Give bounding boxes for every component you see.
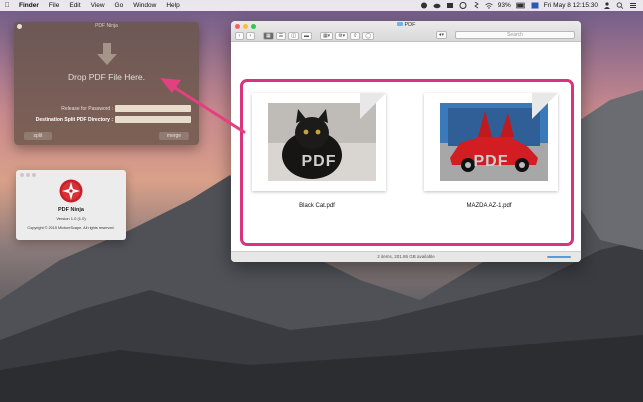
scrollbar[interactable] (547, 256, 571, 258)
status-bar: 2 items, 201.86 GB available (231, 251, 581, 262)
finder-content: PDF Black Cat.pdf PDF MAZDA AZ-1.pdf (231, 43, 581, 251)
window-title: PDF Ninja (95, 23, 118, 29)
forward-button[interactable]: › (246, 31, 255, 40)
column-view-button[interactable]: ◫ (288, 31, 299, 40)
close-button[interactable] (20, 173, 24, 177)
destination-field[interactable] (115, 116, 191, 123)
tags-button[interactable]: ◯ (362, 31, 374, 40)
password-row: Release for Password : (14, 105, 199, 113)
arrange-button[interactable]: ▦▾ (319, 31, 334, 40)
password-field[interactable] (115, 105, 191, 112)
cloud-icon[interactable] (433, 2, 441, 9)
minimize-button[interactable] (26, 173, 30, 177)
folder-icon (396, 22, 403, 26)
destination-label: Destination Split PDF Directory : (35, 117, 113, 123)
menu-help[interactable]: Help (161, 2, 184, 9)
window-title: PDF (231, 22, 581, 28)
about-window: PDF Ninja Version 1.0 (1.0) Copyright © … (16, 170, 126, 240)
finder-toolbar: ‹ › ▦ ☰ ◫ ▬ ▦▾ ⚙▾ ⇧ ◯ (235, 31, 374, 40)
spotlight-icon[interactable] (616, 2, 624, 9)
pdf-watermark: PDF (473, 153, 509, 170)
split-button[interactable]: split (24, 132, 52, 140)
user-icon[interactable] (603, 2, 611, 9)
dropbox-icon[interactable] (446, 2, 454, 9)
page-curl (360, 93, 386, 119)
menu-clock[interactable]: Fri May 8 12:15:30 (544, 2, 598, 9)
app-version: Version 1.0 (1.0) (56, 216, 86, 221)
file-item[interactable]: PDF MAZDA AZ-1.pdf (414, 93, 564, 233)
window-controls (20, 173, 36, 177)
search-field[interactable]: Search (455, 31, 575, 39)
time-machine-icon[interactable] (459, 2, 467, 9)
merge-button[interactable]: merge (159, 132, 189, 140)
app-name: PDF Ninja (58, 207, 84, 213)
menu-file[interactable]: File (44, 2, 64, 9)
menu-app-finder[interactable]: Finder (14, 2, 44, 9)
wifi-icon[interactable] (485, 2, 493, 9)
dropbox-button[interactable]: ♦▾ (436, 31, 448, 39)
file-item[interactable]: PDF Black Cat.pdf (242, 93, 392, 233)
share-button[interactable]: ⇧ (350, 31, 361, 40)
menu-window[interactable]: Window (128, 2, 161, 9)
folder-name: PDF (404, 22, 416, 28)
pdf-thumbnail[interactable]: PDF (252, 93, 386, 191)
down-arrow-icon (97, 43, 117, 65)
app-copyright: Copyright © 2015 MixtureScape. All right… (27, 226, 115, 230)
menu-extras: 93% Fri May 8 12:15:30 (420, 2, 643, 9)
ninja-tray-icon[interactable] (420, 2, 428, 9)
file-name[interactable]: MAZDA AZ-1.pdf (414, 203, 564, 209)
bluetooth-icon[interactable] (472, 2, 480, 9)
zoom-button[interactable] (32, 173, 36, 177)
back-button[interactable]: ‹ (235, 31, 244, 40)
battery-percent[interactable]: 93% (498, 2, 511, 9)
action-gear-icon[interactable]: ⚙▾ (335, 31, 349, 40)
menu-edit[interactable]: Edit (64, 2, 85, 9)
password-label: Release for Password : (61, 106, 113, 112)
finder-window: PDF ‹ › ▦ ☰ ◫ ▬ ▦▾ ⚙▾ ⇧ ◯ ♦▾ Search PDF … (231, 21, 581, 262)
status-text: 2 items, 201.86 GB available (377, 254, 435, 259)
apple-icon[interactable]:  (0, 2, 14, 9)
page-curl (532, 93, 558, 119)
destination-row: Destination Split PDF Directory : (14, 116, 199, 124)
notification-center-icon[interactable] (629, 2, 637, 9)
input-source-icon[interactable] (531, 2, 539, 9)
ninja-star-icon (59, 179, 83, 203)
icon-view-button[interactable]: ▦ (263, 31, 274, 40)
drop-zone-label[interactable]: Drop PDF File Here. (14, 72, 199, 82)
file-name[interactable]: Black Cat.pdf (242, 203, 392, 209)
finder-titlebar: PDF ‹ › ▦ ☰ ◫ ▬ ▦▾ ⚙▾ ⇧ ◯ ♦▾ Search (231, 21, 581, 42)
cover-flow-button[interactable]: ▬ (300, 31, 312, 40)
menu-go[interactable]: Go (110, 2, 129, 9)
battery-icon[interactable] (515, 2, 526, 9)
pdf-thumbnail[interactable]: PDF (424, 93, 558, 191)
pdf-watermark: PDF (301, 153, 337, 170)
menu-view[interactable]: View (86, 2, 110, 9)
menu-bar:  Finder File Edit View Go Window Help 9… (0, 0, 643, 11)
pdf-ninja-window: PDF Ninja Drop PDF File Here. Release fo… (14, 22, 199, 145)
list-view-button[interactable]: ☰ (275, 31, 287, 40)
